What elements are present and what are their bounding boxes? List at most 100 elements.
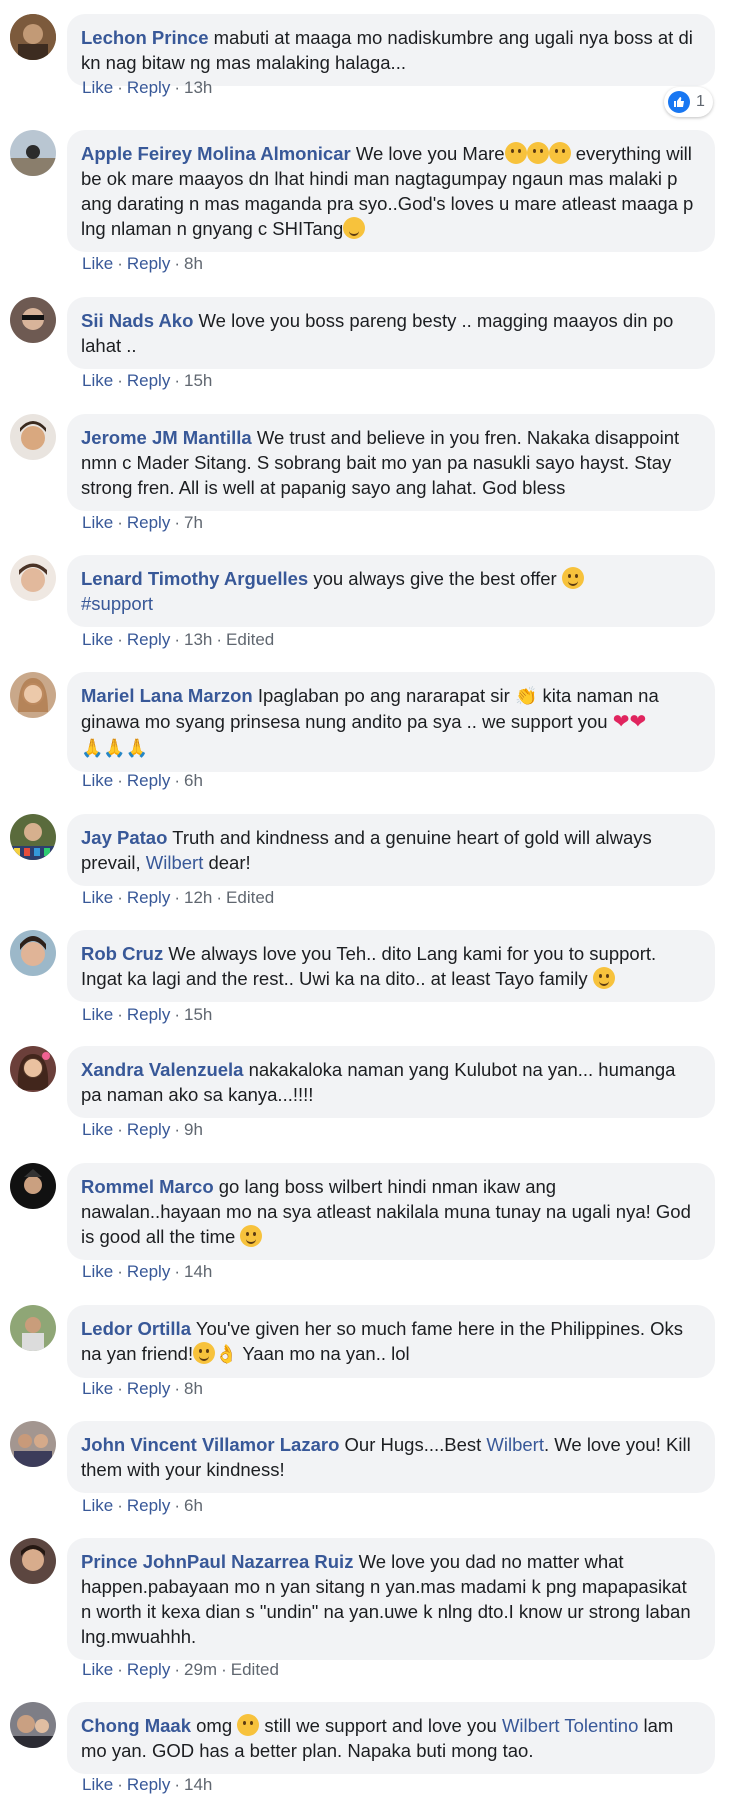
comment-author[interactable]: Rommel Marco bbox=[81, 1176, 214, 1197]
like-button[interactable]: Like bbox=[82, 1005, 113, 1024]
mention-link[interactable]: Wilbert bbox=[146, 852, 204, 873]
like-button[interactable]: Like bbox=[82, 1262, 113, 1281]
comment-author[interactable]: Xandra Valenzuela bbox=[81, 1059, 243, 1080]
avatar-image bbox=[10, 14, 56, 60]
avatar[interactable] bbox=[10, 672, 56, 718]
like-reaction-icon bbox=[668, 91, 690, 113]
avatar[interactable] bbox=[10, 14, 56, 60]
edited-label[interactable]: Edited bbox=[226, 630, 274, 649]
comment-timestamp[interactable]: 14h bbox=[184, 1262, 212, 1281]
mention-link[interactable]: Wilbert bbox=[486, 1434, 544, 1455]
smile-emoji-icon bbox=[592, 967, 615, 989]
comment-author[interactable]: Jerome JM Mantilla bbox=[81, 427, 252, 448]
like-button[interactable]: Like bbox=[82, 513, 113, 532]
comment-actions: Like · Reply · 14h bbox=[82, 1775, 213, 1794]
like-button[interactable]: Like bbox=[82, 630, 113, 649]
like-button[interactable]: Like bbox=[82, 1775, 113, 1794]
like-button[interactable]: Like bbox=[82, 1379, 113, 1398]
comment-timestamp[interactable]: 13h bbox=[184, 78, 212, 97]
kiss-emoji-icon bbox=[526, 142, 549, 164]
avatar[interactable] bbox=[10, 1421, 56, 1467]
like-button[interactable]: Like bbox=[82, 254, 113, 273]
reply-button[interactable]: Reply bbox=[127, 1660, 170, 1679]
mention-link[interactable]: Wilbert Tolentino bbox=[502, 1715, 638, 1736]
reply-button[interactable]: Reply bbox=[127, 1775, 170, 1794]
comment-actions: Like · Reply · 9h bbox=[82, 1120, 203, 1139]
avatar-image bbox=[10, 130, 56, 176]
comment-author[interactable]: Rob Cruz bbox=[81, 943, 163, 964]
comment-author[interactable]: Apple Feirey Molina Almonicar bbox=[81, 143, 351, 164]
reply-button[interactable]: Reply bbox=[127, 371, 170, 390]
comment-timestamp[interactable]: 14h bbox=[184, 1775, 212, 1794]
comment-actions: Like · Reply · 8h bbox=[82, 1379, 203, 1398]
reply-button[interactable]: Reply bbox=[127, 1005, 170, 1024]
avatar[interactable] bbox=[10, 130, 56, 176]
avatar[interactable] bbox=[10, 555, 56, 601]
like-button[interactable]: Like bbox=[82, 1496, 113, 1515]
comment-actions: Like · Reply · 14h bbox=[82, 1262, 213, 1281]
comment-actions: Like · Reply · 8h bbox=[82, 254, 203, 273]
avatar[interactable] bbox=[10, 1046, 56, 1092]
avatar-image bbox=[10, 1538, 56, 1584]
reply-button[interactable]: Reply bbox=[127, 513, 170, 532]
comment-timestamp[interactable]: 12h bbox=[184, 888, 212, 907]
comment-timestamp[interactable]: 8h bbox=[184, 254, 203, 273]
reaction-count-badge[interactable]: 1 bbox=[664, 87, 713, 117]
comment-bubble: Jay Patao Truth and kindness and a genui… bbox=[67, 814, 715, 886]
edited-label[interactable]: Edited bbox=[231, 1660, 279, 1679]
comment-timestamp[interactable]: 6h bbox=[184, 771, 203, 790]
comment-bubble: Chong Maak omg still we support and love… bbox=[67, 1702, 715, 1774]
comment-timestamp[interactable]: 8h bbox=[184, 1379, 203, 1398]
comment-timestamp[interactable]: 6h bbox=[184, 1496, 203, 1515]
avatar[interactable] bbox=[10, 930, 56, 976]
avatar-image bbox=[10, 1702, 56, 1748]
comment-text-continued: still we support and love you bbox=[264, 1715, 497, 1736]
reply-button[interactable]: Reply bbox=[127, 1120, 170, 1139]
comment-timestamp[interactable]: 15h bbox=[184, 371, 212, 390]
avatar[interactable] bbox=[10, 414, 56, 460]
edited-label[interactable]: Edited bbox=[226, 888, 274, 907]
comment-author[interactable]: Prince JohnPaul Nazarrea Ruiz bbox=[81, 1551, 353, 1572]
comment-actions: Like · Reply · 7h bbox=[82, 513, 203, 532]
like-button[interactable]: Like bbox=[82, 78, 113, 97]
like-button[interactable]: Like bbox=[82, 1120, 113, 1139]
comment-author[interactable]: Mariel Lana Marzon bbox=[81, 685, 253, 706]
comment-author[interactable]: Chong Maak bbox=[81, 1715, 191, 1736]
reply-button[interactable]: Reply bbox=[127, 1262, 170, 1281]
comment-bubble: Apple Feirey Molina Almonicar We love yo… bbox=[67, 130, 715, 252]
comment-author[interactable]: Ledor Ortilla bbox=[81, 1318, 191, 1339]
comment-author[interactable]: Lechon Prince bbox=[81, 27, 208, 48]
comment-author[interactable]: Lenard Timothy Arguelles bbox=[81, 568, 308, 589]
like-button[interactable]: Like bbox=[82, 888, 113, 907]
avatar-image bbox=[10, 414, 56, 460]
reply-button[interactable]: Reply bbox=[127, 254, 170, 273]
avatar[interactable] bbox=[10, 1163, 56, 1209]
like-button[interactable]: Like bbox=[82, 371, 113, 390]
avatar-image bbox=[10, 555, 56, 601]
hashtag-link[interactable]: #support bbox=[81, 593, 153, 614]
reply-button[interactable]: Reply bbox=[127, 1496, 170, 1515]
comment-timestamp[interactable]: 13h bbox=[184, 630, 212, 649]
avatar[interactable] bbox=[10, 1702, 56, 1748]
reply-button[interactable]: Reply bbox=[127, 888, 170, 907]
avatar[interactable] bbox=[10, 814, 56, 860]
comment-timestamp[interactable]: 9h bbox=[184, 1120, 203, 1139]
comment-actions: Like · Reply · 6h bbox=[82, 771, 203, 790]
avatar[interactable] bbox=[10, 1305, 56, 1351]
comment-bubble: Rob Cruz We always love you Teh.. dito L… bbox=[67, 930, 715, 1002]
avatar[interactable] bbox=[10, 1538, 56, 1584]
like-button[interactable]: Like bbox=[82, 771, 113, 790]
comment-author[interactable]: John Vincent Villamor Lazaro bbox=[81, 1434, 339, 1455]
reply-button[interactable]: Reply bbox=[127, 1379, 170, 1398]
avatar[interactable] bbox=[10, 297, 56, 343]
comment-timestamp[interactable]: 15h bbox=[184, 1005, 212, 1024]
comment-author[interactable]: Jay Patao bbox=[81, 827, 167, 848]
comment-timestamp[interactable]: 7h bbox=[184, 513, 203, 532]
reply-button[interactable]: Reply bbox=[127, 78, 170, 97]
comment-author[interactable]: Sii Nads Ako bbox=[81, 310, 193, 331]
reply-button[interactable]: Reply bbox=[127, 630, 170, 649]
comment-actions: Like · Reply · 15h bbox=[82, 371, 213, 390]
comment-timestamp[interactable]: 29m bbox=[184, 1660, 217, 1679]
reply-button[interactable]: Reply bbox=[127, 771, 170, 790]
like-button[interactable]: Like bbox=[82, 1660, 113, 1679]
